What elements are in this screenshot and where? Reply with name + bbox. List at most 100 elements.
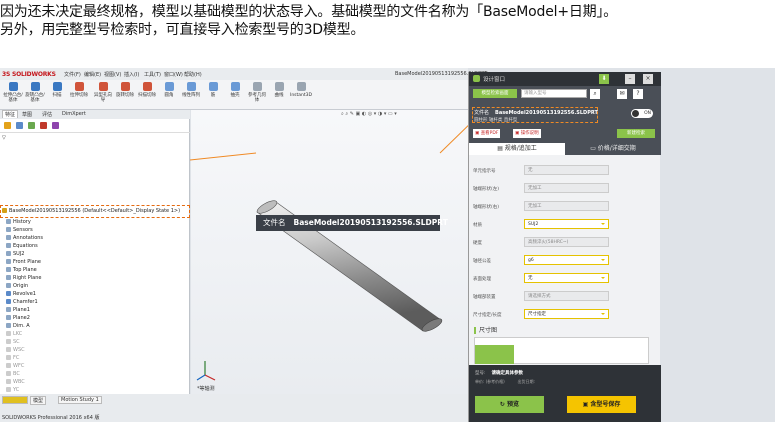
manual-button[interactable]: ▣ 操作说明 — [513, 129, 541, 138]
ribbon-revolve-cut[interactable]: 旋转切除 — [114, 82, 136, 108]
preview-button[interactable]: ↻ 预览 — [475, 396, 544, 413]
on-toggle[interactable]: ON — [631, 109, 653, 118]
graphics-viewport[interactable]: ⌕ ⌕ ✎ ▣ ◐ ◎ ▾ ◑ ▾ ▭ ▾ *等轴测 — [191, 110, 468, 394]
tree-item-history[interactable]: History — [6, 219, 31, 225]
ribbon-revolve-boss[interactable]: 旋转凸台/基体 — [24, 82, 46, 108]
tab-spec[interactable]: ▤ 规格/追加工 — [469, 143, 565, 155]
dimension-bar — [475, 345, 514, 364]
tree-item-bc[interactable]: BC — [6, 371, 20, 377]
panel-search-area: 模型检索画面 请输入型号 ⌕ ✉ ? 文件名 BaseModel201905131… — [469, 86, 661, 143]
tree-item-wfc[interactable]: WFC — [6, 363, 24, 369]
tolerance-select[interactable]: g6 — [524, 255, 609, 265]
filename-callout: 文件名 BaseModel20190513192556.SLDPRT — [256, 215, 448, 231]
feature-ribbon: 拉伸凸台/基体 旋转凸台/基体 扫描 拉伸切除 异型孔向导 旋转切除 扫描切除 … — [0, 80, 468, 110]
tree-item-plane2[interactable]: Plane2 — [6, 315, 30, 321]
app-icon — [473, 75, 480, 82]
material-select[interactable]: SUJ2 — [524, 219, 609, 229]
tree-item-fc[interactable]: FC — [6, 355, 19, 361]
tab-model-icon[interactable] — [2, 396, 28, 404]
ribbon-shell[interactable]: 抽壳 — [224, 82, 246, 108]
tab-motion-study[interactable]: Motion Study 1 — [58, 396, 102, 404]
view-pdf-button[interactable]: ▣ 查看PDF — [473, 129, 501, 138]
field-label: 轴端形状(右) — [473, 205, 500, 210]
menu-edit[interactable]: 编辑(E) — [84, 71, 101, 78]
ribbon-rib[interactable]: 筋 — [202, 82, 224, 108]
tree-item-lkc[interactable]: LKC — [6, 331, 22, 337]
tree-item-wsc[interactable]: WSC — [6, 347, 25, 353]
menu-view[interactable]: 视图(V) — [104, 71, 121, 78]
tab-features[interactable]: 特征 — [2, 110, 19, 118]
tree-item-annotations[interactable]: Annotations — [6, 235, 43, 241]
featuremanager-icon[interactable] — [4, 122, 11, 129]
tab-dimxpert[interactable]: DimXpert — [62, 111, 86, 117]
search-icon[interactable]: ⌕ — [590, 89, 600, 99]
model-number-line: 型号: 请确定具体参数 — [475, 371, 524, 376]
display-manager-icon[interactable] — [52, 122, 59, 129]
tree-item-front-plane[interactable]: Front Plane — [6, 259, 41, 265]
menu-insert[interactable]: 插入(I) — [124, 71, 139, 78]
command-tabs: 特征 草图 评估 DimXpert — [0, 110, 190, 119]
tree-item-material[interactable]: SUJ2 — [6, 251, 25, 257]
tree-item-chamfer1[interactable]: Chamfer1 — [6, 299, 38, 305]
tab-price[interactable]: ▭ 价格/详细交期 — [565, 143, 661, 155]
ribbon-sweep[interactable]: 扫描 — [46, 82, 68, 108]
menu-window[interactable]: 窗口(W) — [164, 71, 183, 78]
field-label: 材质 — [473, 223, 482, 228]
menu-help[interactable]: 帮助(H) — [184, 71, 202, 78]
ribbon-extrude-boss[interactable]: 拉伸凸台/基体 — [2, 82, 24, 108]
tree-item-sensors[interactable]: Sensors — [6, 227, 33, 233]
hardness-field[interactable]: 高频淬火(58HRC~) — [524, 237, 609, 247]
tree-root[interactable]: BaseModel20190513192556 (Default<<Defaul… — [2, 208, 180, 214]
callout-value: BaseModel20190513192556.SLDPRT — [293, 218, 448, 227]
menu-tools[interactable]: 工具(T) — [144, 71, 161, 78]
tree-item-right-plane[interactable]: Right Plane — [6, 275, 41, 281]
close-button[interactable]: × — [643, 74, 653, 84]
ribbon-hole-wizard[interactable]: 异型孔向导 — [92, 82, 114, 108]
tree-item-wbc[interactable]: WBC — [6, 379, 25, 385]
search-input[interactable]: 请输入型号 — [521, 89, 587, 98]
ribbon-instant3d[interactable]: Instant3D — [290, 82, 312, 108]
shaft-end-left-field[interactable]: 无加工 — [524, 183, 609, 193]
propertymanager-icon[interactable] — [16, 122, 23, 129]
ribbon-fillet[interactable]: 圆角 — [158, 82, 180, 108]
tab-sketch[interactable]: 草图 — [22, 111, 32, 118]
panel-title: 设计窗口 — [483, 77, 506, 83]
tree-item-revolve1[interactable]: Revolve1 — [6, 291, 36, 297]
tab-model[interactable]: 模型 — [30, 396, 47, 405]
tree-item-origin[interactable]: Origin — [6, 283, 28, 289]
field-label: 硬度 — [473, 241, 482, 246]
tree-item-equations[interactable]: Equations — [6, 243, 38, 249]
filter-icon[interactable]: ▽ — [2, 135, 6, 141]
save-with-model-button[interactable]: ▣ 含型号保存 — [567, 396, 636, 413]
tree-item-yc[interactable]: YC — [6, 387, 19, 393]
tree-item-top-plane[interactable]: Top Plane — [6, 267, 37, 273]
minimize-button[interactable]: – — [625, 74, 635, 84]
surface-treatment-select[interactable]: 无 — [524, 273, 609, 283]
download-icon[interactable]: ⬇ — [599, 74, 609, 84]
menu-file[interactable]: 文件(F) — [64, 71, 81, 78]
shaft-end-device-field[interactable]: 请选择方式 — [524, 291, 609, 301]
panel-tabs: ▤ 规格/追加工 ▭ 价格/详细交期 — [469, 143, 661, 155]
shaft-model[interactable] — [191, 110, 468, 394]
model-search-button[interactable]: 模型检索画面 — [473, 89, 517, 98]
filename-line: 文件名 BaseModel20190513192556.SLDPRT — [474, 110, 598, 116]
dimxpert-icon[interactable] — [40, 122, 47, 129]
ribbon-sweep-cut[interactable]: 扫描切除 — [136, 82, 158, 108]
tab-evaluate[interactable]: 评估 — [42, 111, 52, 118]
shaft-end-right-field[interactable]: 无加工 — [524, 201, 609, 211]
ribbon-extrude-cut[interactable]: 拉伸切除 — [68, 82, 90, 108]
field-label: 轴端部装置 — [473, 295, 496, 300]
mail-icon[interactable]: ✉ — [617, 89, 627, 99]
new-search-button[interactable]: 新建检索 — [617, 129, 655, 138]
unit-code-field[interactable]: 无 — [524, 165, 609, 175]
callout-label: 文件名 — [263, 218, 286, 227]
help-icon[interactable]: ? — [633, 89, 643, 99]
ribbon-linear-pattern[interactable]: 线性阵列 — [180, 82, 202, 108]
ribbon-curves[interactable]: 曲线 — [268, 82, 290, 108]
length-spec-select[interactable]: 尺寸指定 — [524, 309, 609, 319]
tree-item-sc[interactable]: SC — [6, 339, 20, 345]
configuration-icon[interactable] — [28, 122, 35, 129]
tree-item-plane1[interactable]: Plane1 — [6, 307, 30, 313]
tree-item-dim-a[interactable]: Dim. A — [6, 323, 30, 329]
ribbon-reference-geometry[interactable]: 参考几何体 — [246, 82, 268, 108]
